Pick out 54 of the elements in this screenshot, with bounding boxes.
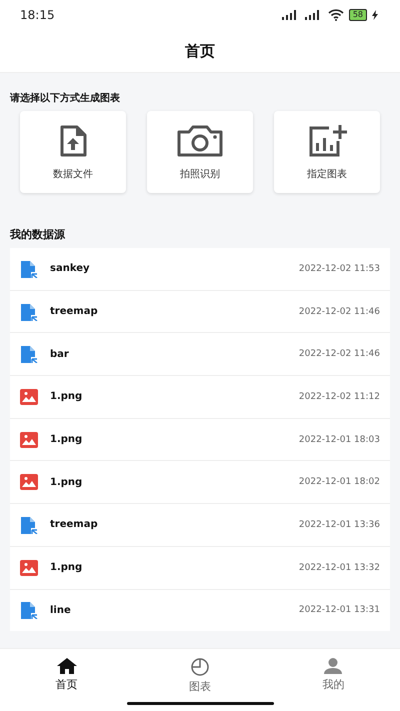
source-time: 2022-12-02 11:46 <box>298 306 380 317</box>
tab[interactable]: 我的 <box>266 649 400 711</box>
data-file-icon <box>20 260 38 278</box>
user-icon <box>324 658 342 674</box>
source-name: 1.png <box>50 476 84 488</box>
option-card[interactable]: 指定图表 <box>274 111 380 193</box>
source-row[interactable]: line 2022-12-01 13:31 <box>10 590 390 632</box>
source-name: treemap <box>50 306 99 318</box>
source-row[interactable]: sankey 2022-12-02 11:53 <box>10 248 390 290</box>
image-file-icon <box>20 388 38 405</box>
source-time: 2022-12-01 18:02 <box>298 477 380 488</box>
data-file-icon <box>20 302 38 321</box>
section-heading: 我的数据源 <box>10 227 66 242</box>
source-row[interactable]: 1.png 2022-12-01 13:32 <box>10 546 390 588</box>
source-time: 2022-12-01 13:32 <box>298 562 380 573</box>
source-row[interactable]: 1.png 2022-12-01 18:02 <box>10 461 390 504</box>
source-time: 2022-12-01 13:31 <box>298 605 380 616</box>
battery-indicator: 58 <box>348 9 367 21</box>
source-time: 2022-12-02 11:46 <box>298 349 380 360</box>
source-row[interactable]: treemap 2022-12-02 11:46 <box>10 290 390 332</box>
source-name: sankey <box>50 263 91 274</box>
source-name: treemap <box>50 519 99 530</box>
page-title: 首页 <box>185 42 215 60</box>
data-file-icon <box>20 601 38 620</box>
pie-chart-icon <box>190 658 209 676</box>
status-time: 18:15 <box>20 8 55 22</box>
source-name: 1.png <box>50 434 84 446</box>
source-row[interactable]: 1.png 2022-12-01 18:03 <box>10 418 390 460</box>
source-time: 2022-12-02 11:53 <box>298 264 380 274</box>
tab[interactable]: 首页 <box>0 649 134 711</box>
source-time: 2022-12-01 13:36 <box>298 520 380 530</box>
section-heading: 请选择以下方式生成图表 <box>10 91 121 105</box>
add-chart-icon <box>307 124 347 158</box>
option-card[interactable]: 拍照识别 <box>147 111 253 193</box>
charging-icon <box>372 10 378 20</box>
camera-icon <box>176 124 224 158</box>
source-time: 2022-12-02 11:12 <box>298 392 380 402</box>
source-name: line <box>50 604 72 616</box>
source-time: 2022-12-01 18:03 <box>298 434 380 445</box>
data-file-icon <box>20 345 38 364</box>
source-name: bar <box>50 348 70 360</box>
data-file-icon <box>20 516 38 534</box>
source-row[interactable]: treemap 2022-12-01 13:36 <box>10 504 390 546</box>
wifi-icon <box>328 9 344 21</box>
image-file-icon <box>20 474 38 490</box>
image-file-icon <box>20 560 38 576</box>
source-row[interactable]: 1.png 2022-12-02 11:12 <box>10 376 390 418</box>
image-file-icon <box>20 432 38 448</box>
source-name: 1.png <box>50 562 84 574</box>
option-card[interactable]: 数据文件 <box>20 111 126 193</box>
tab[interactable]: 图表 <box>133 649 267 711</box>
home-icon <box>56 658 77 674</box>
source-row[interactable]: bar 2022-12-02 11:46 <box>10 333 390 376</box>
source-name: 1.png <box>50 391 84 402</box>
